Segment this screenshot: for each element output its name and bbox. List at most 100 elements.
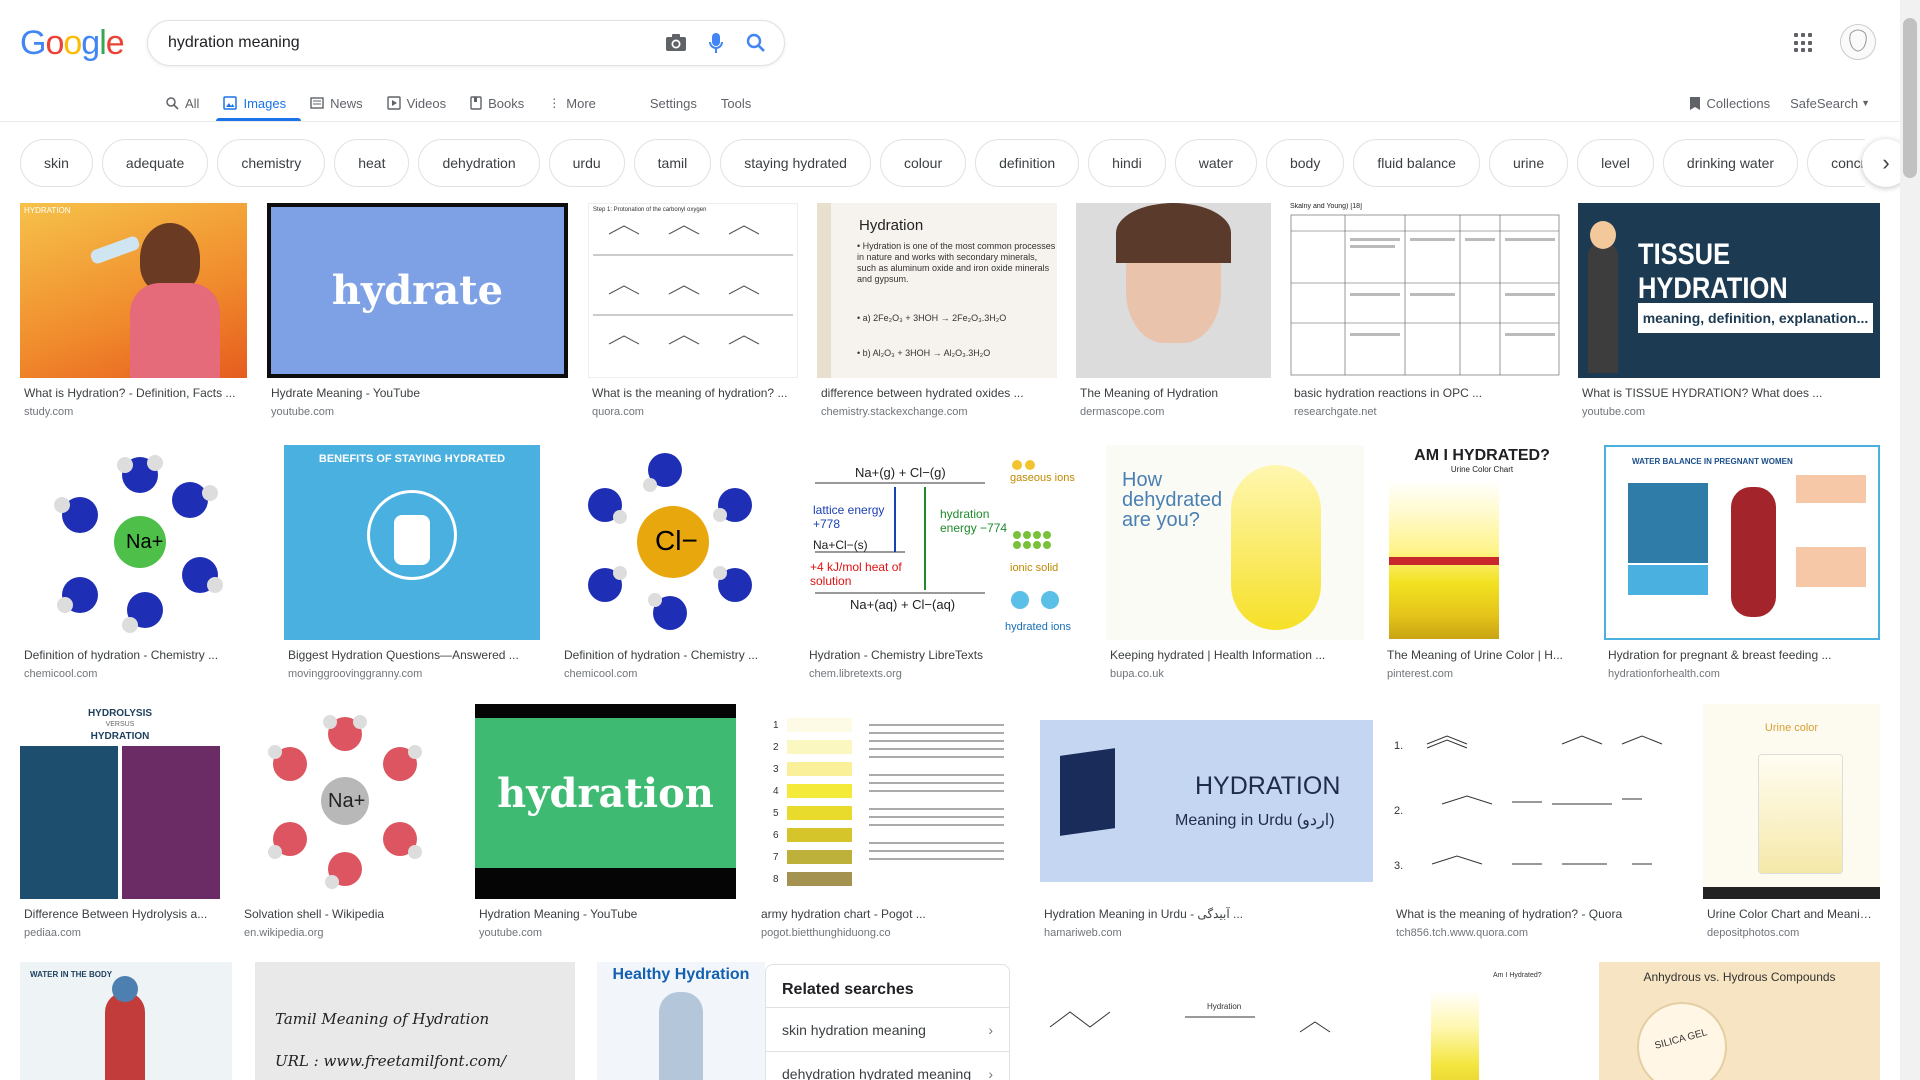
tab-news[interactable]: News bbox=[310, 88, 363, 118]
result-thumbnail[interactable]: WATER BALANCE IN PREGNANT WOMEN bbox=[1604, 445, 1880, 640]
result-source[interactable]: hamariweb.com bbox=[1040, 927, 1373, 939]
result-source[interactable]: tch856.tch.www.quora.com bbox=[1392, 927, 1682, 939]
avatar[interactable] bbox=[1840, 24, 1876, 60]
google-logo[interactable]: Google bbox=[20, 24, 125, 63]
chip[interactable]: dehydration bbox=[418, 139, 540, 187]
result-thumbnail[interactable]: Anhydrous vs. Hydrous Compounds SILICA G… bbox=[1599, 962, 1880, 1080]
result-caption[interactable]: Urine Color Chart and Meaning ... bbox=[1703, 907, 1880, 921]
result-caption[interactable]: Hydration Meaning - YouTube bbox=[475, 907, 736, 921]
chip[interactable]: chemistry bbox=[217, 139, 326, 187]
image-result[interactable]: AM I HYDRATED? Urine Color Chart The Mea… bbox=[1383, 445, 1581, 680]
result-thumbnail[interactable]: Tamil Meaning of Hydration URL : www.fre… bbox=[255, 962, 575, 1080]
result-caption[interactable]: Definition of hydration - Chemistry ... bbox=[560, 648, 785, 662]
result-thumbnail[interactable]: Na+(g) + Cl−(g) lattice energy +778 hydr… bbox=[805, 445, 1087, 640]
image-result[interactable]: hydrate Hydrate Meaning - YouTube youtub… bbox=[267, 203, 568, 418]
result-caption[interactable]: army hydration chart - Pogot ... bbox=[757, 907, 1020, 921]
result-thumbnail[interactable]: Step 1: Protonation of the carbonyl oxyg… bbox=[588, 203, 798, 378]
result-thumbnail[interactable]: How dehydrated are you? bbox=[1106, 445, 1364, 640]
chip[interactable]: level bbox=[1577, 139, 1654, 187]
result-source[interactable]: youtube.com bbox=[1578, 406, 1880, 418]
chip[interactable]: heat bbox=[334, 139, 410, 187]
result-thumbnail[interactable]: BENEFITS OF STAYING HYDRATED bbox=[284, 445, 540, 640]
result-caption[interactable]: Hydration - Chemistry LibreTexts bbox=[805, 648, 1087, 662]
result-thumbnail[interactable] bbox=[1076, 203, 1271, 378]
image-result[interactable]: TISSUE HYDRATION meaning, definition, ex… bbox=[1578, 203, 1880, 418]
result-thumbnail[interactable]: HYDRATION bbox=[20, 203, 247, 378]
chip[interactable]: water bbox=[1174, 139, 1257, 187]
image-result[interactable]: Na+(g) + Cl−(g) lattice energy +778 hydr… bbox=[805, 445, 1087, 680]
image-result[interactable]: HYDRATION Meaning in Urdu (اردو) Hydrati… bbox=[1040, 704, 1373, 939]
result-caption[interactable]: Difference Between Hydrolysis a... bbox=[20, 907, 220, 921]
result-caption[interactable]: basic hydration reactions in OPC ... bbox=[1290, 386, 1560, 400]
result-source[interactable]: en.wikipedia.org bbox=[240, 927, 455, 939]
image-result[interactable]: HYDROLYSIS VERSUS HYDRATION Difference B… bbox=[20, 704, 220, 939]
result-source[interactable]: pinterest.com bbox=[1383, 668, 1581, 680]
image-result[interactable]: HYDRATION What is Hydration? - Definitio… bbox=[20, 203, 247, 418]
related-search-item[interactable]: skin hydration meaning › bbox=[766, 1007, 1009, 1051]
result-source[interactable]: hydrationforhealth.com bbox=[1604, 668, 1880, 680]
scrollbar-thumb[interactable] bbox=[1903, 18, 1917, 178]
result-thumbnail[interactable]: Hydration bbox=[1030, 962, 1402, 1080]
result-source[interactable]: quora.com bbox=[588, 406, 798, 418]
image-result[interactable]: WATER IN THE BODY bbox=[20, 962, 232, 1080]
tab-all[interactable]: All bbox=[166, 88, 199, 118]
result-caption[interactable]: Solvation shell - Wikipedia bbox=[240, 907, 455, 921]
image-result[interactable]: WATER BALANCE IN PREGNANT WOMEN Hydratio… bbox=[1604, 445, 1880, 680]
chip[interactable]: urdu bbox=[548, 139, 625, 187]
chip[interactable]: colour bbox=[879, 139, 967, 187]
microphone-icon[interactable] bbox=[696, 20, 736, 66]
result-source[interactable]: movinggroovinggranny.com bbox=[284, 668, 540, 680]
result-caption[interactable]: difference between hydrated oxides ... bbox=[817, 386, 1057, 400]
tab-more[interactable]: ⋮ More bbox=[548, 88, 596, 118]
result-thumbnail[interactable]: Urine color bbox=[1703, 704, 1880, 899]
image-result[interactable]: 1. 2. 3. What is the meaning of hydration?… bbox=[1392, 704, 1682, 939]
apps-grid-icon[interactable] bbox=[1794, 33, 1814, 53]
chip[interactable]: tamil bbox=[633, 139, 712, 187]
result-caption[interactable]: Biggest Hydration Questions—Answered ... bbox=[284, 648, 540, 662]
image-result[interactable]: Anhydrous vs. Hydrous Compounds SILICA G… bbox=[1599, 962, 1880, 1080]
result-caption[interactable]: The Meaning of Urine Color | H... bbox=[1383, 648, 1581, 662]
result-caption[interactable]: Keeping hydrated | Health Information ..… bbox=[1106, 648, 1364, 662]
result-thumbnail[interactable]: Na+ bbox=[240, 704, 455, 899]
result-caption[interactable]: The Meaning of Hydration bbox=[1076, 386, 1271, 400]
result-thumbnail[interactable]: Healthy Hydration bbox=[597, 962, 765, 1080]
result-thumbnail[interactable]: Skalny and Young) [18] bbox=[1290, 203, 1560, 378]
chip[interactable]: staying hydrated bbox=[720, 139, 871, 187]
chip[interactable]: concrete bbox=[1807, 139, 1865, 187]
result-source[interactable]: researchgate.net bbox=[1290, 406, 1560, 418]
result-caption[interactable]: Hydrate Meaning - YouTube bbox=[267, 386, 568, 400]
tools-link[interactable]: Tools bbox=[721, 88, 751, 118]
result-thumbnail[interactable]: 1 2 3 4 5 6 7 8 bbox=[757, 704, 1020, 899]
tab-videos[interactable]: Videos bbox=[386, 88, 446, 118]
image-result[interactable]: Cl− Definition of hydration - Chemistry … bbox=[560, 445, 785, 680]
result-caption[interactable]: Hydration for pregnant & breast feeding … bbox=[1604, 648, 1880, 662]
result-caption[interactable]: What is the meaning of hydration? - Quor… bbox=[1392, 907, 1682, 921]
chip[interactable]: skin bbox=[20, 139, 93, 187]
camera-icon[interactable] bbox=[656, 20, 696, 66]
image-result[interactable]: Step 1: Protonation of the carbonyl oxyg… bbox=[588, 203, 798, 418]
chip[interactable]: hindi bbox=[1088, 139, 1166, 187]
result-source[interactable]: bupa.co.uk bbox=[1106, 668, 1364, 680]
result-caption[interactable]: What is Hydration? - Definition, Facts .… bbox=[20, 386, 247, 400]
tab-images[interactable]: Images bbox=[223, 88, 286, 118]
tab-books[interactable]: Books bbox=[470, 88, 524, 118]
result-source[interactable]: chemicool.com bbox=[560, 668, 785, 680]
result-thumbnail[interactable]: Am I Hydrated? bbox=[1423, 962, 1583, 1080]
result-source[interactable]: youtube.com bbox=[475, 927, 736, 939]
image-result[interactable]: Skalny and Young) [18] basic hydration r… bbox=[1290, 203, 1560, 418]
result-source[interactable]: chemicool.com bbox=[20, 668, 265, 680]
result-source[interactable]: pediaa.com bbox=[20, 927, 220, 939]
search-input[interactable]: hydration meaning bbox=[148, 34, 656, 52]
result-thumbnail[interactable]: WATER IN THE BODY bbox=[20, 962, 232, 1080]
result-source[interactable]: study.com bbox=[20, 406, 247, 418]
result-thumbnail[interactable]: AM I HYDRATED? Urine Color Chart bbox=[1383, 445, 1581, 640]
chip[interactable]: body bbox=[1265, 139, 1345, 187]
search-box[interactable]: hydration meaning bbox=[147, 20, 785, 66]
search-icon[interactable] bbox=[736, 20, 776, 66]
image-result[interactable]: Hydration • Hydration is one of the most… bbox=[817, 203, 1057, 418]
chip[interactable]: fluid balance bbox=[1353, 139, 1480, 187]
image-result[interactable]: Tamil Meaning of Hydration URL : www.fre… bbox=[255, 962, 575, 1080]
chip[interactable]: adequate bbox=[101, 139, 209, 187]
result-caption[interactable]: Definition of hydration - Chemistry ... bbox=[20, 648, 265, 662]
image-result[interactable]: Urine color Urine Color Chart and Meanin… bbox=[1703, 704, 1880, 939]
